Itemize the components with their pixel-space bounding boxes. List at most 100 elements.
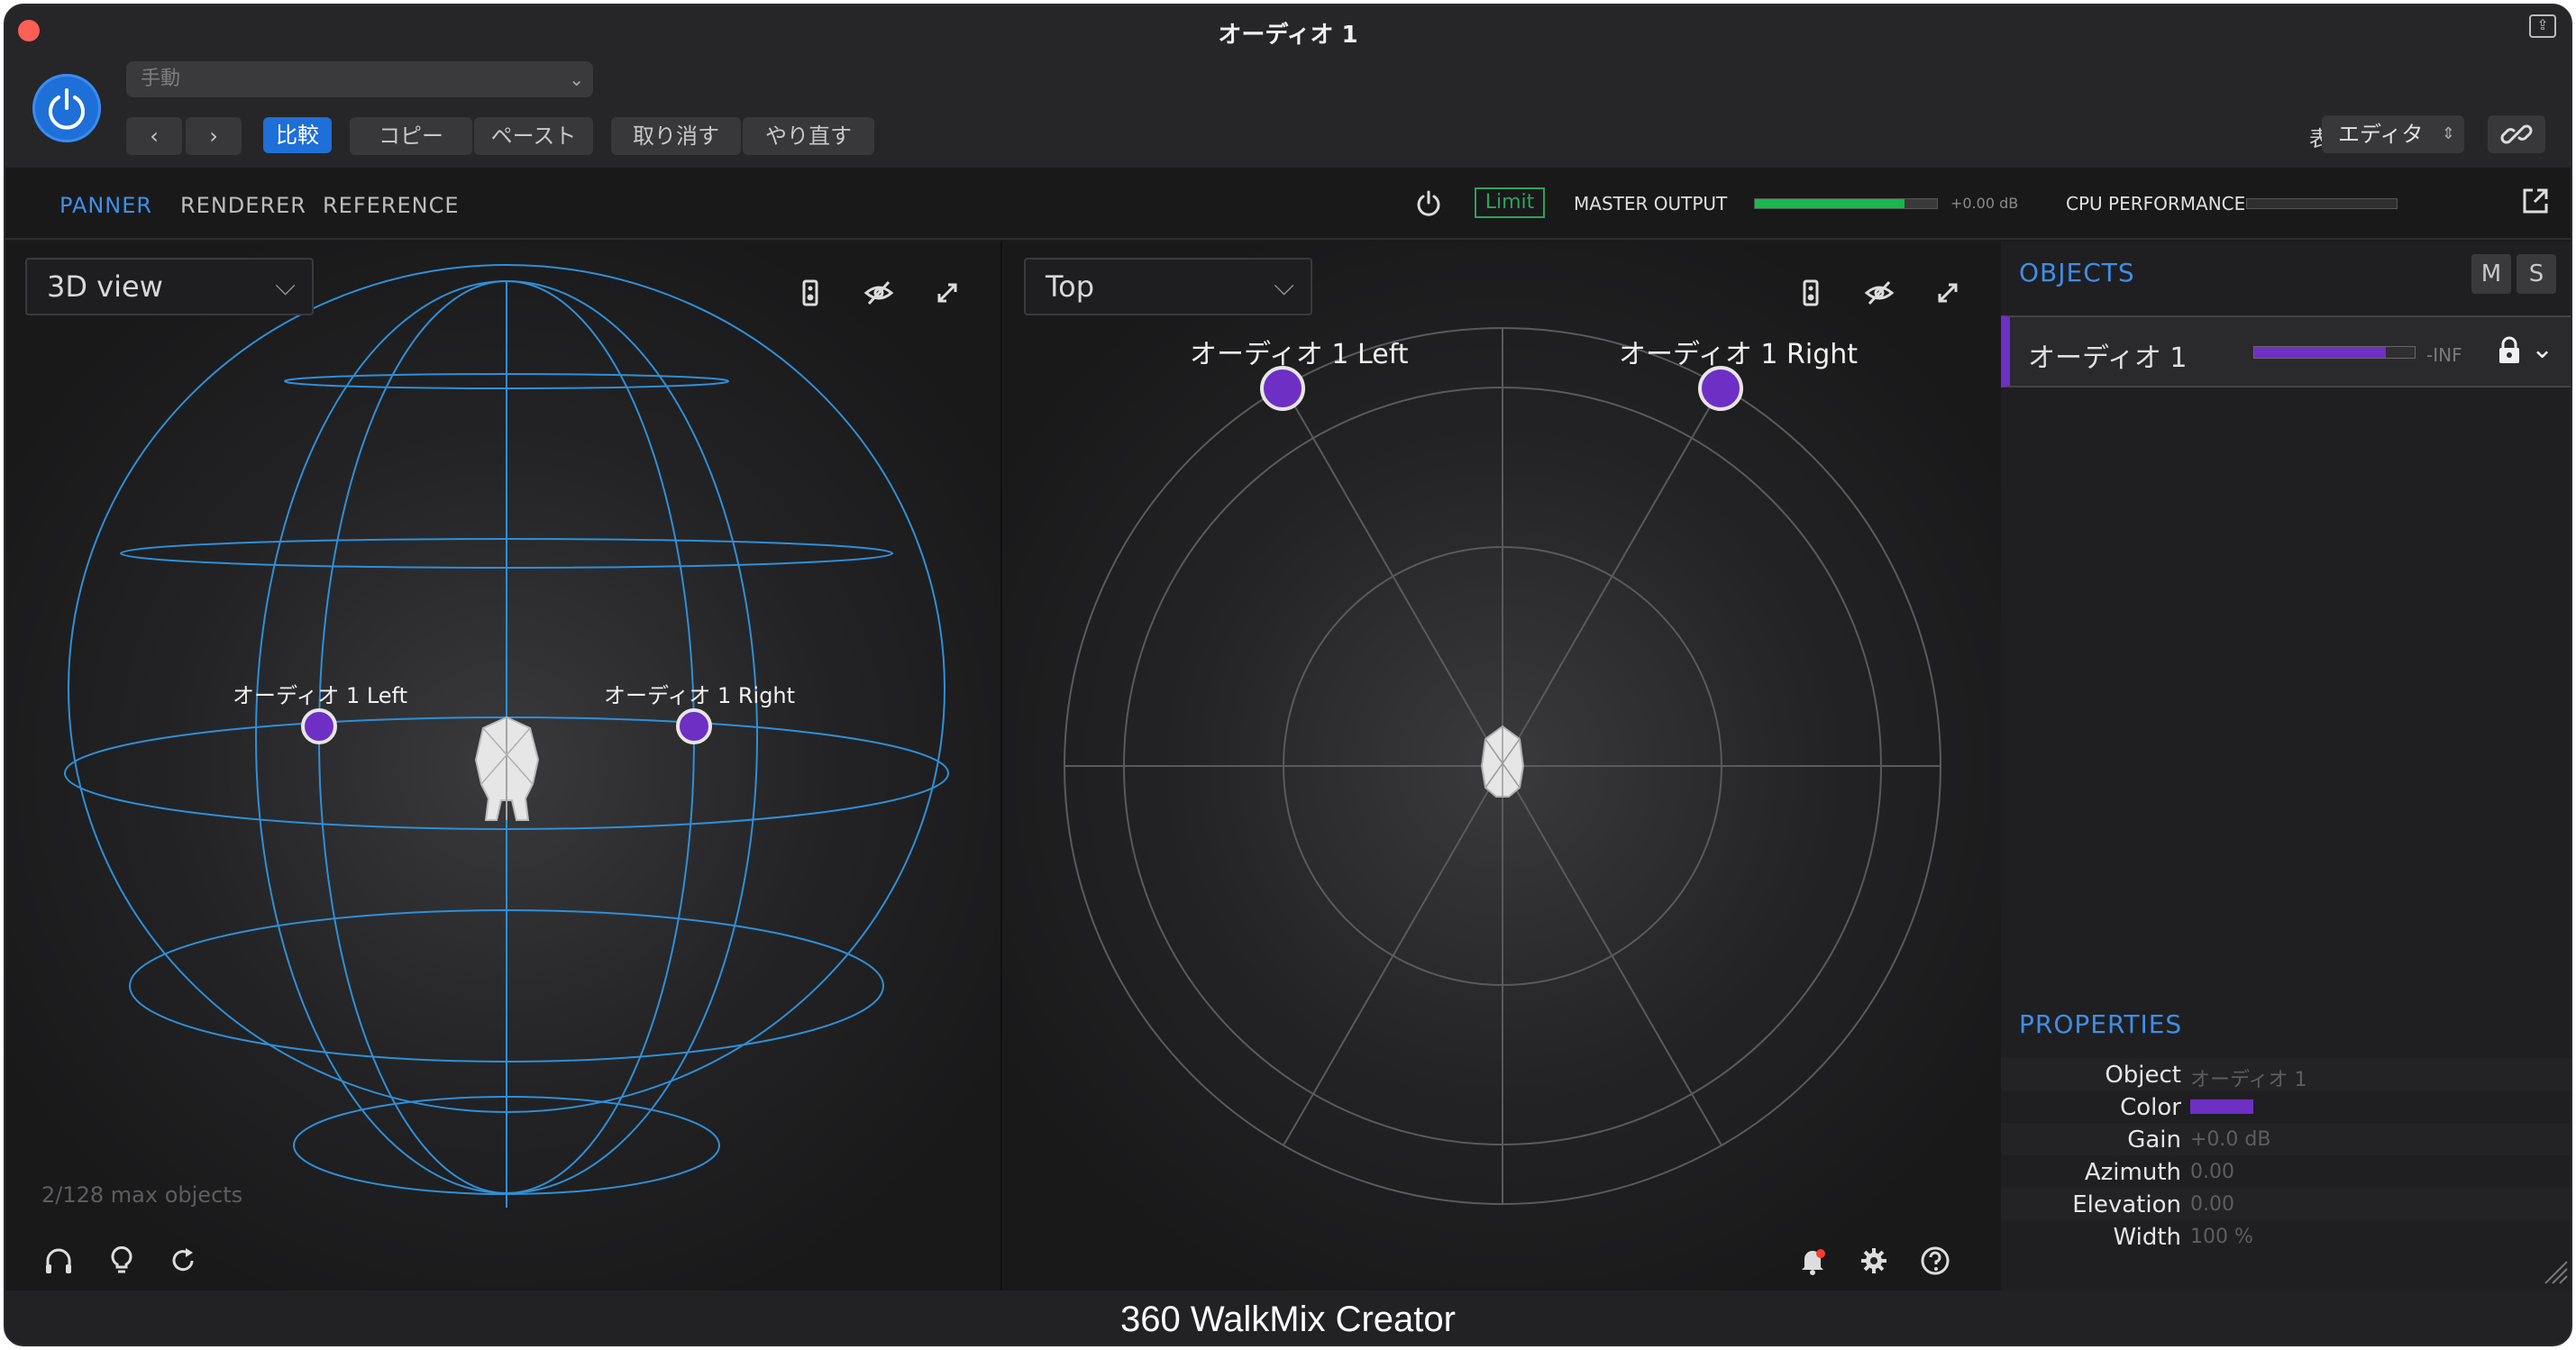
tab-renderer[interactable]: RENDERER — [180, 193, 306, 218]
speaker-icon[interactable] — [1795, 278, 1826, 308]
properties-list: Object オーディオ 1 Color Gain +0.0 dB Azimut… — [2001, 1058, 2571, 1253]
property-row-color: Color — [2001, 1090, 2571, 1123]
next-preset-button[interactable]: › — [186, 117, 242, 155]
listener-head-icon — [474, 716, 540, 821]
undo-button[interactable]: 取り消す — [611, 117, 741, 155]
property-value[interactable]: 0.00 — [2190, 1161, 2234, 1183]
hide-icon[interactable] — [863, 278, 894, 308]
limit-toggle[interactable]: Limit — [1475, 187, 1545, 218]
previous-preset-button[interactable]: ‹ — [126, 117, 182, 155]
view-mode-dropdown-left[interactable]: 3D view ⌵ — [25, 258, 314, 315]
property-row-gain: Gain +0.0 dB — [2001, 1123, 2571, 1155]
expand-icon[interactable] — [932, 278, 963, 308]
expand-icon[interactable] — [1932, 278, 1963, 308]
object-dot-left[interactable] — [1260, 366, 1305, 411]
object-row[interactable]: オーディオ 1 -INF ⌄ — [2001, 315, 2571, 388]
view-mode-value: 3D view — [47, 269, 163, 304]
cpu-performance-meter — [2246, 198, 2398, 209]
help-icon[interactable] — [1920, 1245, 1950, 1276]
plugin-window: オーディオ 1 ⇪ 手動 ⌄ ‹ › 比較 コピー ペースト 取り消す やり直す… — [4, 4, 2572, 1346]
master-output-meter-fill — [1755, 199, 1905, 208]
object-label-left: オーディオ 1 Left — [1190, 339, 1409, 370]
redo-button[interactable]: やり直す — [743, 117, 874, 155]
master-output-db: +0.00 dB — [1950, 195, 2019, 212]
power-icon — [49, 88, 85, 130]
property-value[interactable]: 0.00 — [2190, 1193, 2234, 1216]
master-output-label: MASTER OUTPUT — [1574, 193, 1728, 214]
property-value[interactable]: オーディオ 1 — [2190, 1063, 2307, 1092]
master-output-meter — [1754, 198, 1938, 209]
window-mode-icon[interactable]: ⇪ — [2529, 14, 2556, 38]
product-caption: 360 WalkMix Creator — [5, 1291, 2571, 1345]
property-value[interactable]: +0.0 dB — [2190, 1128, 2270, 1151]
speaker-icon[interactable] — [795, 278, 826, 308]
view-select-value: エディタ — [2338, 122, 2424, 147]
object-dot-left[interactable] — [301, 708, 337, 744]
link-icon — [2500, 124, 2533, 144]
preset-select[interactable]: 手動 ⌄ — [126, 61, 593, 97]
3d-sphere-grid — [64, 264, 949, 1208]
properties-title: PROPERTIES — [2019, 1009, 2183, 1039]
objects-sidebar: OBJECTS M S オーディオ 1 -INF ⌄ PROPERTIES Ob… — [2001, 242, 2571, 1291]
objects-title: OBJECTS — [2019, 258, 2135, 287]
chevron-down-icon: ⌵ — [275, 270, 296, 302]
tab-reference[interactable]: REFERENCE — [323, 193, 460, 218]
property-key: Color — [2120, 1094, 2181, 1121]
property-key: Elevation — [2072, 1191, 2181, 1218]
property-row-azimuth: Azimuth 0.00 — [2001, 1155, 2571, 1188]
plugin-power-button[interactable] — [32, 74, 101, 142]
chevron-left-icon: ‹ — [150, 123, 159, 149]
paste-button[interactable]: ペースト — [474, 117, 593, 155]
property-key: Gain — [2127, 1127, 2181, 1154]
property-row-object: Object オーディオ 1 — [2001, 1058, 2571, 1092]
3d-view-panel[interactable]: 3D view ⌵ オーディオ 1 Left オーディオ 1 Right 2/1… — [5, 242, 1002, 1291]
solo-button[interactable]: S — [2517, 254, 2556, 294]
property-value[interactable]: 100 % — [2190, 1226, 2253, 1248]
max-objects-count: 2/128 max objects — [41, 1182, 243, 1208]
chevron-down-icon: ⌵ — [1274, 270, 1294, 302]
updown-chevron-icon: ⇕ — [2441, 124, 2455, 143]
preset-select-value: 手動 — [141, 68, 181, 90]
plugin-header: オーディオ 1 ⇪ 手動 ⌄ ‹ › 比較 コピー ペースト 取り消す やり直す… — [5, 5, 2571, 168]
reset-rotation-icon[interactable] — [168, 1245, 198, 1276]
lightbulb-icon[interactable] — [106, 1245, 137, 1276]
bell-icon[interactable] — [1797, 1245, 1828, 1276]
lock-icon[interactable] — [2497, 335, 2522, 366]
property-key: Width — [2113, 1224, 2181, 1251]
copy-button[interactable]: コピー — [350, 117, 472, 155]
object-label-right: オーディオ 1 Right — [604, 683, 796, 708]
link-button[interactable] — [2488, 115, 2545, 153]
headphones-icon[interactable] — [43, 1245, 74, 1276]
popout-icon[interactable] — [2520, 186, 2551, 216]
object-color-swatch[interactable] — [2190, 1099, 2253, 1114]
object-level-db: -INF — [2426, 344, 2462, 366]
chevron-down-icon: ⌄ — [569, 68, 584, 90]
object-row-name: オーディオ 1 — [2028, 342, 2188, 374]
mute-button[interactable]: M — [2471, 254, 2511, 294]
gear-icon[interactable] — [1859, 1245, 1889, 1276]
top-view-grid — [1064, 327, 1941, 1205]
plugin-toolbar: PANNER RENDERER REFERENCE Limit MASTER O… — [5, 168, 2571, 240]
top-view-panel[interactable]: Top ⌵ オーディオ 1 Left オーディオ 1 Right — [1004, 242, 2001, 1291]
object-dot-right[interactable] — [676, 708, 712, 744]
object-label-left: オーディオ 1 Left — [233, 683, 407, 708]
object-label-right: オーディオ 1 Right — [1619, 339, 1859, 370]
object-level-meter-fill — [2254, 347, 2386, 358]
property-row-elevation: Elevation 0.00 — [2001, 1188, 2571, 1220]
view-mode-dropdown-top[interactable]: Top ⌵ — [1024, 258, 1312, 315]
hide-icon[interactable] — [1864, 278, 1895, 308]
property-key: Azimuth — [2084, 1159, 2181, 1186]
object-level-meter — [2253, 346, 2416, 359]
window-title: オーディオ 1 — [1218, 22, 1358, 49]
view-mode-value: Top — [1046, 269, 1094, 304]
resize-grip-icon[interactable] — [2542, 1258, 2569, 1285]
tab-panner[interactable]: PANNER — [59, 193, 152, 218]
view-select[interactable]: エディタ ⇕ — [2322, 115, 2464, 153]
power-icon[interactable] — [1413, 187, 1444, 218]
chevron-right-icon: › — [209, 123, 218, 149]
property-key: Object — [2105, 1062, 2181, 1089]
property-row-width: Width 100 % — [2001, 1220, 2571, 1253]
object-dot-right[interactable] — [1698, 366, 1743, 411]
chevron-down-icon[interactable]: ⌄ — [2531, 333, 2553, 365]
compare-button[interactable]: 比較 — [263, 117, 332, 153]
